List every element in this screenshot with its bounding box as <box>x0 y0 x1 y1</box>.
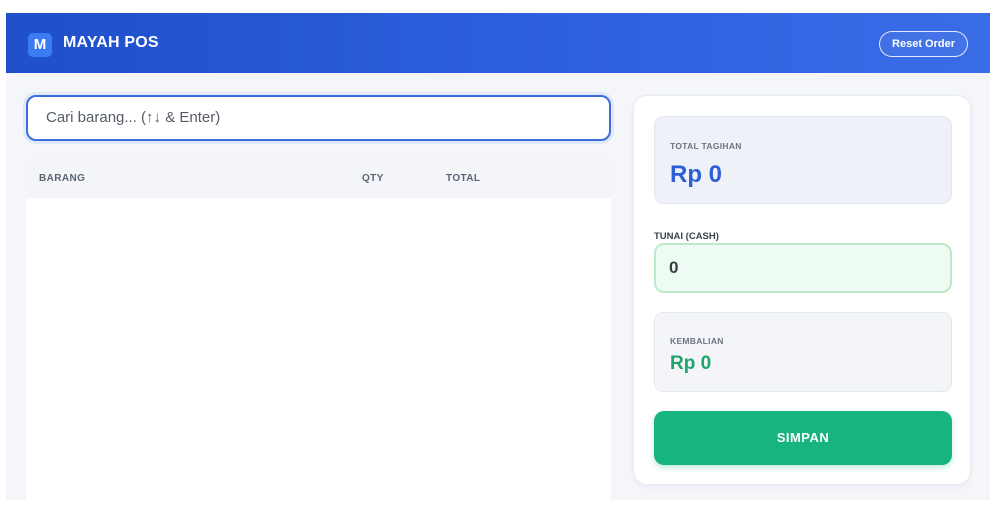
top-bar: M MAYAH POS Reset Order <box>6 13 990 73</box>
total-bill-label: TOTAL TAGIHAN <box>670 141 742 151</box>
save-button[interactable]: SIMPAN <box>654 411 952 465</box>
brand-logo: M <box>28 33 52 57</box>
change-box: KEMBALIAN Rp 0 <box>654 312 952 392</box>
total-bill-box: TOTAL TAGIHAN Rp 0 <box>654 116 952 204</box>
column-barang: BARANG <box>39 173 86 184</box>
table-header: BARANG QTY TOTAL <box>26 158 611 198</box>
pos-app: M MAYAH POS Reset Order Cari barang... (… <box>6 13 990 500</box>
column-total: TOTAL <box>446 173 481 184</box>
column-qty: QTY <box>362 173 384 184</box>
cart-table: BARANG QTY TOTAL <box>26 158 611 500</box>
search-input[interactable]: Cari barang... (↑↓ & Enter) <box>26 95 611 141</box>
cash-label: TUNAI (CASH) <box>654 231 719 242</box>
change-value: Rp 0 <box>670 353 712 374</box>
reset-order-button[interactable]: Reset Order <box>879 31 968 57</box>
total-bill-value: Rp 0 <box>670 161 723 188</box>
brand-name: MAYAH POS <box>63 34 159 51</box>
cash-input[interactable]: 0 <box>654 243 952 293</box>
payment-panel: TOTAL TAGIHAN Rp 0 TUNAI (CASH) 0 KEMBAL… <box>633 95 971 485</box>
change-label: KEMBALIAN <box>670 336 724 346</box>
